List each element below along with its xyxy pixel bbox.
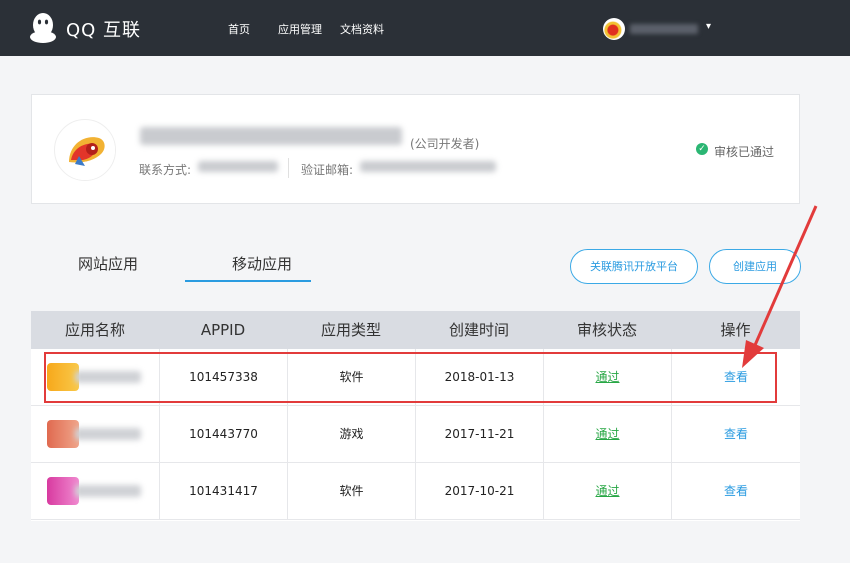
created-cell: 2017-11-21 xyxy=(415,406,543,463)
active-tab-indicator xyxy=(185,280,311,282)
developer-avatar xyxy=(54,119,116,181)
email-label: 验证邮箱: xyxy=(301,163,354,177)
brand-title[interactable]: QQ 互联 xyxy=(66,16,141,42)
type-cell: 软件 xyxy=(287,349,415,406)
create-app-button[interactable]: 创建应用 xyxy=(709,249,801,284)
view-link[interactable]: 查看 xyxy=(724,370,748,384)
developer-name-blurred xyxy=(140,127,402,145)
chevron-down-icon[interactable]: ▾ xyxy=(706,21,711,32)
user-name-blurred[interactable] xyxy=(630,24,698,34)
type-cell: 游戏 xyxy=(287,406,415,463)
app-name-blurred[interactable] xyxy=(75,485,141,497)
appid-cell: 101457338 xyxy=(159,349,287,406)
action-cell: 查看 xyxy=(671,463,800,520)
status-cell: 通过 xyxy=(543,463,671,520)
action-cell: 查看 xyxy=(671,349,800,406)
nav-app-management[interactable]: 应用管理 xyxy=(278,21,322,37)
parrot-logo-icon xyxy=(56,121,115,180)
view-link[interactable]: 查看 xyxy=(724,427,748,441)
table-row[interactable]: 101457338 软件 2018-01-13 通过 查看 xyxy=(31,349,800,406)
app-name-blurred[interactable] xyxy=(75,428,141,440)
user-avatar[interactable] xyxy=(603,18,625,40)
col-appid: APPID xyxy=(200,321,246,339)
table-row[interactable]: 101443770 游戏 2017-11-21 通过 查看 xyxy=(31,406,800,463)
contact-value-blurred xyxy=(198,161,278,172)
type-cell: 软件 xyxy=(287,463,415,520)
status-cell: 通过 xyxy=(543,349,671,406)
link-tencent-platform-button[interactable]: 关联腾讯开放平台 xyxy=(570,249,698,284)
col-review-status: 审核状态 xyxy=(576,321,637,339)
col-action: 操作 xyxy=(720,321,751,339)
view-link[interactable]: 查看 xyxy=(724,484,748,498)
status-cell: 通过 xyxy=(543,406,671,463)
table-row[interactable]: 101431417 软件 2017-10-21 通过 查看 xyxy=(31,463,800,520)
status-link[interactable]: 通过 xyxy=(595,370,619,384)
tab-website-apps[interactable]: 网站应用 xyxy=(78,253,138,274)
nav-docs[interactable]: 文档资料 xyxy=(340,21,384,37)
divider xyxy=(288,158,289,178)
action-cell: 查看 xyxy=(671,406,800,463)
tab-mobile-apps[interactable]: 移动应用 xyxy=(232,253,292,274)
nav-home[interactable]: 首页 xyxy=(228,21,250,37)
created-cell: 2018-01-13 xyxy=(415,349,543,406)
developer-profile-card: (公司开发者) 联系方式: 验证邮箱: ✓ 审核已通过 xyxy=(31,94,800,204)
qq-penguin-logo-icon[interactable] xyxy=(28,12,58,44)
top-navbar: QQ 互联 首页 应用管理 文档资料 ▾ xyxy=(0,0,850,56)
app-name-cell xyxy=(31,406,159,463)
app-table: 应用名称 APPID 应用类型 创建时间 审核状态 操作 101457338 软… xyxy=(31,311,800,521)
col-app-name: 应用名称 xyxy=(64,321,125,339)
email-value-blurred xyxy=(360,161,496,172)
status-link[interactable]: 通过 xyxy=(595,484,619,498)
appid-cell: 101431417 xyxy=(159,463,287,520)
col-app-type: 应用类型 xyxy=(320,321,381,339)
developer-type: (公司开发者) xyxy=(410,137,480,151)
status-link[interactable]: 通过 xyxy=(595,427,619,441)
col-created: 创建时间 xyxy=(448,321,509,339)
app-name-blurred[interactable] xyxy=(75,371,141,383)
app-name-cell xyxy=(31,349,159,406)
created-cell: 2017-10-21 xyxy=(415,463,543,520)
app-name-cell xyxy=(31,463,159,520)
verification-status: 审核已通过 xyxy=(714,145,775,159)
appid-cell: 101443770 xyxy=(159,406,287,463)
table-header: 应用名称 APPID 应用类型 创建时间 审核状态 操作 xyxy=(31,311,800,349)
contact-label: 联系方式: xyxy=(139,163,192,177)
check-circle-icon: ✓ xyxy=(696,143,708,155)
